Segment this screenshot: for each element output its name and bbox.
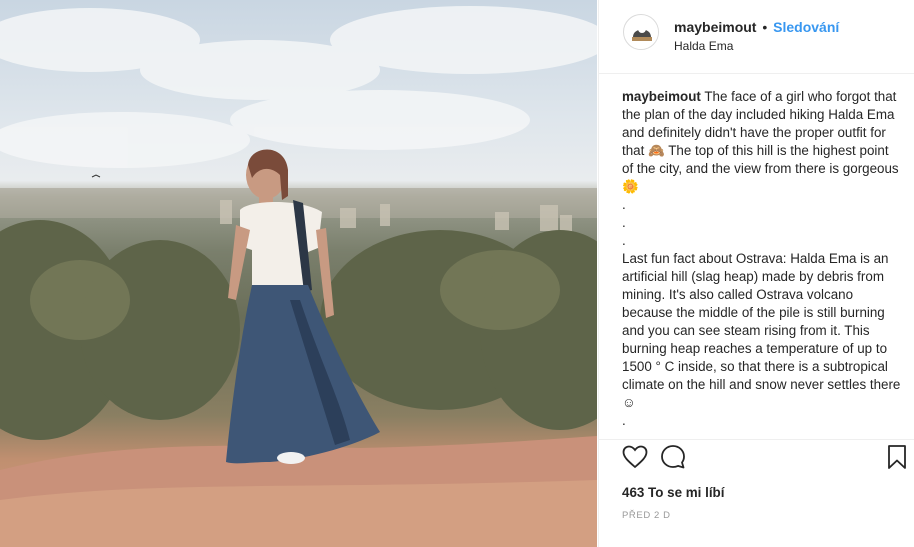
heart-icon: [622, 445, 648, 469]
follow-button[interactable]: Sledování: [773, 19, 839, 35]
post-timestamp[interactable]: PŘED 2 D: [622, 510, 671, 521]
clouds: [0, 6, 597, 168]
avatar-logo-icon: [625, 16, 658, 49]
likes-count[interactable]: 463 To se mi líbí: [622, 485, 724, 500]
like-button[interactable]: [621, 443, 649, 471]
comment-bubble-icon: [661, 445, 685, 469]
caption-text: The face of a girl who forgot that the p…: [622, 89, 901, 428]
post-panel: maybeimout • Sledování Halda Ema maybeim…: [598, 0, 914, 547]
action-bar: [599, 439, 914, 483]
caption-username[interactable]: maybeimout: [622, 89, 701, 104]
username-link[interactable]: maybeimout: [674, 19, 756, 35]
user-line: maybeimout • Sledování: [674, 19, 839, 35]
comment-button[interactable]: [659, 443, 687, 471]
post-photo[interactable]: [0, 0, 597, 547]
location-link[interactable]: Halda Ema: [674, 39, 733, 53]
bookmark-icon: [888, 445, 906, 469]
bird: [91, 174, 101, 178]
post-caption: maybeimout The face of a girl who forgot…: [622, 88, 902, 433]
photo-illustration: [0, 6, 597, 547]
post-header: maybeimout • Sledování Halda Ema: [599, 0, 914, 74]
save-button[interactable]: [883, 443, 911, 471]
separator-dot: •: [762, 19, 768, 35]
avatar[interactable]: [623, 14, 659, 50]
